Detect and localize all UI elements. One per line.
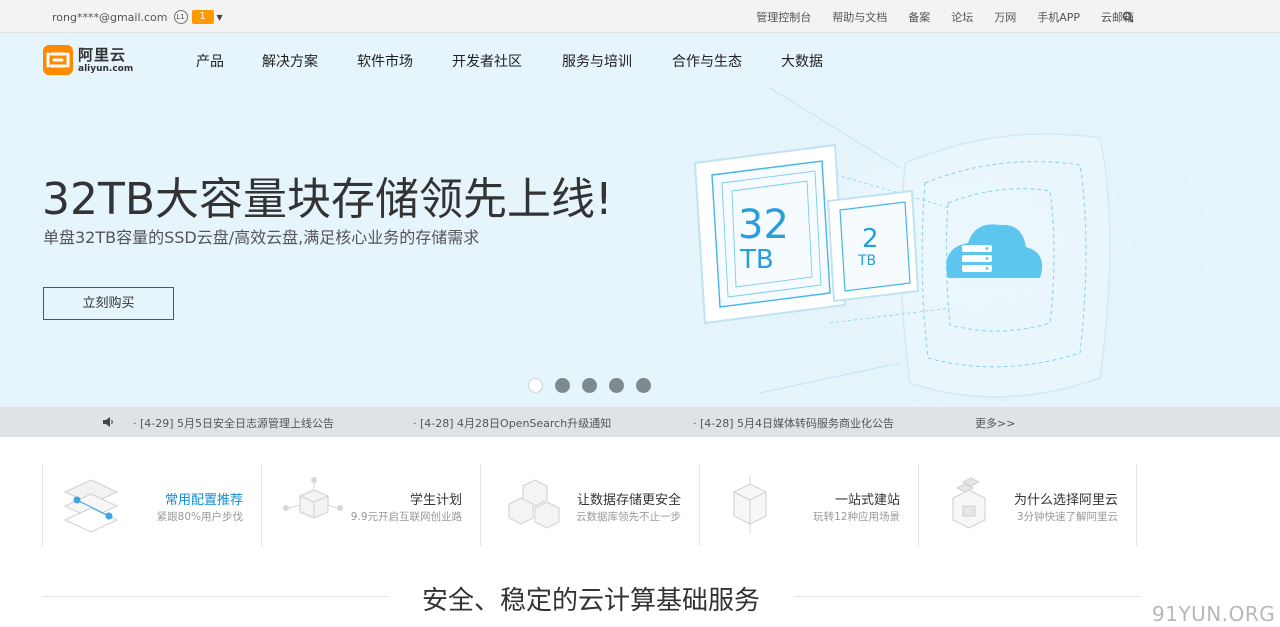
notice-item[interactable]: · [4-29] 5月5日安全日志源管理上线公告 [133,415,334,431]
hero-title: 32TB大容量块存储领先上线! [42,174,613,225]
hero-banner[interactable]: 32 TB 2 TB 阿里云 aliyun.com 产品 解决方案 软件市场 开… [0,33,1280,407]
search-icon[interactable] [1122,11,1134,23]
feature-title: 为什么选择阿里云 [1013,493,1118,508]
small-chip-unit: TB [857,253,876,269]
small-chip-number: 2 [862,224,879,254]
carousel-dot-5[interactable] [636,378,651,393]
carousel-dots [528,378,663,393]
link-help-docs[interactable]: 帮助与文档 [832,9,887,25]
link-wanwang[interactable]: 万网 [994,9,1016,25]
layers-icon [63,479,119,533]
feature-subtitle: 紧跟80%用户步伐 [156,511,243,523]
feature-card-config[interactable]: 常用配置推荐 紧跟80%用户步伐 [42,464,261,546]
big-chip-unit: TB [739,245,774,275]
carousel-dot-4[interactable] [609,378,624,393]
announcement-bar: · [4-29] 5月5日安全日志源管理上线公告 · [4-28] 4月28日O… [0,407,1280,437]
watermark: 91YUN.ORG [1152,602,1276,626]
nav-products[interactable]: 产品 [196,51,224,71]
feature-subtitle: 9.9元开启互联网创业路 [350,511,462,523]
link-beian[interactable]: 备案 [908,9,930,25]
carousel-dot-2[interactable] [555,378,570,393]
nav-software-market[interactable]: 软件市场 [357,51,413,71]
feature-subtitle: 玩转12种应用场景 [813,511,900,523]
cloud-box-icon [952,477,986,529]
feature-title: 一站式建站 [834,493,900,508]
link-console[interactable]: 管理控制台 [756,9,811,25]
top-utility-bar: rong****@gmail.com L1 1 ▼ 管理控制台 帮助与文档 备案… [0,0,1280,33]
nav-solutions[interactable]: 解决方案 [262,51,318,71]
carousel-dot-3[interactable] [582,378,597,393]
feature-cards: 常用配置推荐 紧跟80%用户步伐 学生计划 9.9元开启互联网创业路 让数据存储… [42,464,1140,546]
link-forum[interactable]: 论坛 [951,9,973,25]
notice-more-link[interactable]: 更多>> [975,415,1015,431]
database-blocks-icon [508,479,560,529]
message-count-badge[interactable]: 1 [191,10,214,24]
nav-big-data[interactable]: 大数据 [781,51,823,71]
notice-item[interactable]: · [4-28] 5月4日媒体转码服务商业化公告 [693,415,894,431]
user-info: rong****@gmail.com L1 1 ▼ [52,8,223,26]
feature-card-why-aliyun[interactable]: 为什么选择阿里云 3分钟快速了解阿里云 [918,464,1137,546]
logo-text-en: aliyun.com [78,63,134,74]
user-email[interactable]: rong****@gmail.com [52,11,168,24]
chevron-down-icon[interactable]: ▼ [217,13,223,22]
feature-card-website[interactable]: 一站式建站 玩转12种应用场景 [699,464,918,546]
hero-subtitle: 单盘32TB容量的SSD云盘/高效云盘,满足核心业务的存储需求 [43,228,480,247]
notice-item[interactable]: · [4-28] 4月28日OpenSearch升级通知 [413,415,611,431]
cloud-logo-icon [43,45,73,75]
feature-card-student[interactable]: 学生计划 9.9元开启互联网创业路 [261,464,480,546]
section-heading: 安全、稳定的云计算基础服务 [42,576,1140,616]
feature-subtitle: 云数据库领先不止一步 [576,511,681,523]
feature-title: 让数据存储更安全 [576,493,681,508]
feature-card-data-security[interactable]: 让数据存储更安全 云数据库领先不止一步 [480,464,699,546]
box-icon [733,476,767,534]
divider-right [794,596,1140,597]
logo-text-cn: 阿里云 [78,45,127,64]
nav-services-training[interactable]: 服务与培训 [562,51,632,71]
cube-network-icon [283,477,343,519]
link-mobile-app[interactable]: 手机APP [1037,9,1080,25]
carousel-dot-1[interactable] [528,378,543,393]
feature-subtitle: 3分钟快速了解阿里云 [1016,511,1118,523]
big-chip-number: 32 [738,202,789,248]
feature-title: 常用配置推荐 [164,493,243,508]
aliyun-logo[interactable]: 阿里云 aliyun.com [43,45,133,75]
top-links: 管理控制台 帮助与文档 备案 论坛 万网 手机APP 云邮箱 [735,9,1134,25]
nav-developer-community[interactable]: 开发者社区 [452,51,522,71]
buy-now-button[interactable]: 立刻购买 [43,287,174,320]
speaker-icon [103,417,113,427]
feature-title: 学生计划 [409,493,462,508]
user-level-badge: L1 [173,10,188,24]
nav-partners-ecosystem[interactable]: 合作与生态 [672,51,742,71]
section-title: 安全、稳定的云计算基础服务 [421,586,760,616]
